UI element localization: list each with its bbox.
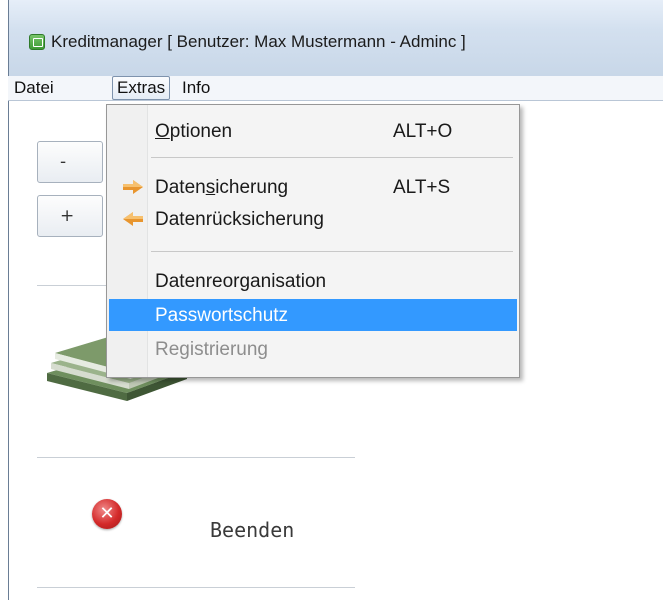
title-bar: Kreditmanager [ Benutzer: Max Mustermann… bbox=[9, 0, 663, 76]
arrow-left-icon bbox=[123, 212, 143, 226]
menu-item-shortcut: ALT+O bbox=[393, 121, 453, 142]
window-title: Kreditmanager [ Benutzer: Max Mustermann… bbox=[51, 32, 466, 51]
exit-label[interactable]: Beenden bbox=[210, 518, 294, 542]
menu-item-label: Optionen bbox=[155, 121, 233, 142]
menu-item-datenreorganisation[interactable]: Datenreorganisation bbox=[109, 265, 517, 297]
menu-bar: Datei Extras Info bbox=[8, 76, 663, 101]
expand-button[interactable]: + bbox=[37, 195, 103, 237]
menu-item-label: Registrierung bbox=[155, 339, 268, 360]
menu-item-registrierung: Registrierung bbox=[109, 333, 517, 365]
menu-separator bbox=[151, 251, 513, 252]
menu-item-label: Datenreorganisation bbox=[155, 271, 327, 292]
extras-menu-dropdown: Optionen ALT+O Datensicherung ALT+S Date… bbox=[106, 104, 520, 378]
menu-datei[interactable]: Datei bbox=[10, 76, 58, 100]
menu-separator bbox=[151, 157, 513, 158]
close-icon[interactable]: ✕ bbox=[92, 499, 122, 529]
menu-item-shortcut: ALT+S bbox=[393, 177, 451, 198]
arrow-right-icon bbox=[123, 180, 143, 194]
menu-item-label-rest: ptionen bbox=[169, 121, 233, 142]
menu-item-passwortschutz[interactable]: Passwortschutz bbox=[109, 299, 517, 331]
app-icon bbox=[29, 34, 45, 50]
menu-extras[interactable]: Extras bbox=[112, 76, 171, 100]
panel-divider bbox=[37, 457, 355, 458]
menu-item-label: Passwortschutz bbox=[155, 305, 289, 326]
menu-item-label: Datenrücksicherung bbox=[155, 209, 324, 230]
menu-item-datensicherung[interactable]: Datensicherung ALT+S bbox=[109, 171, 517, 203]
collapse-button[interactable]: - bbox=[37, 141, 103, 183]
menu-item-datenruecksicherung[interactable]: Datenrücksicherung bbox=[109, 203, 517, 235]
menu-info[interactable]: Info bbox=[178, 76, 214, 100]
menu-item-label: Datensicherung bbox=[155, 177, 289, 198]
menu-item-optionen[interactable]: Optionen ALT+O bbox=[109, 115, 517, 147]
panel-divider bbox=[37, 587, 355, 588]
